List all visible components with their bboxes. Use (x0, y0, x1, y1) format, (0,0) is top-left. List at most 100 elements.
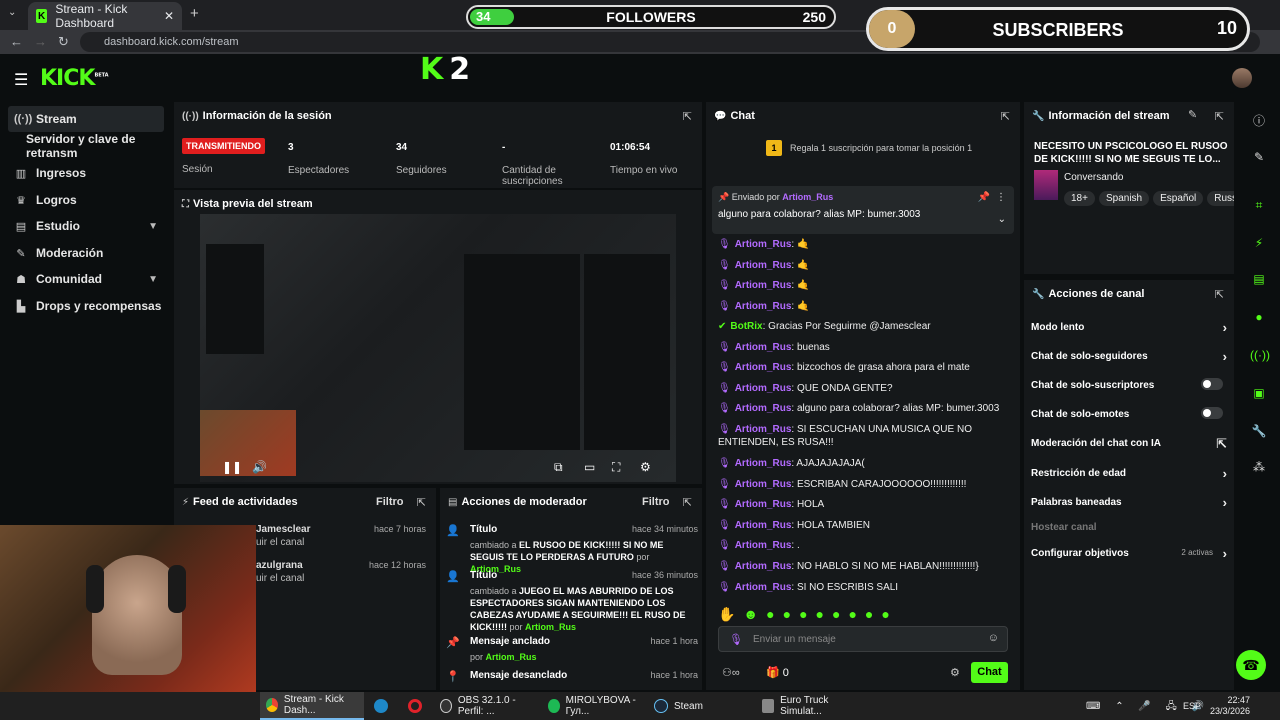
chat-message[interactable]: 🎙 Artiom_Rus: bizcochos de grasa ahora pa… (718, 361, 1010, 374)
chat-settings-icon[interactable]: ⚙ (950, 666, 960, 679)
taskbar-steam[interactable]: Steam (648, 692, 752, 720)
close-tab-icon[interactable]: ✕ (164, 9, 174, 23)
feed-filter-button[interactable]: Filtro (376, 496, 404, 508)
tab-list-icon[interactable]: ⌄ (8, 7, 16, 18)
clock[interactable]: 22:47 23/3/2026 (1204, 695, 1250, 717)
settings-icon[interactable]: ⚙ (640, 460, 651, 474)
support-chat-button[interactable]: ☎ (1236, 650, 1266, 680)
new-tab-button[interactable]: + (190, 5, 199, 22)
sidebar-item-comunidad[interactable]: ☗ Comunidad ▼ (8, 266, 164, 292)
browser-tab[interactable]: K Stream - Kick Dashboard ✕ (28, 2, 182, 30)
chat-username[interactable]: Artiom_Rus (735, 479, 792, 490)
send-chat-button[interactable]: Chat (971, 662, 1008, 683)
sidebar-item-server-key[interactable]: Servidor y clave de retransm (8, 132, 164, 160)
language-indicator[interactable]: ESP (1183, 701, 1201, 711)
sidebar-item-moderacion[interactable]: ✎ Moderación (8, 240, 164, 266)
chat-message[interactable]: 🎙 Artiom_Rus: ESCRIBAN CARAJOOOOOO!!!!!!!… (718, 478, 1010, 491)
edit-icon[interactable]: ✎ (1188, 108, 1197, 121)
chat-message[interactable]: 🎙 Artiom_Rus: 🤙 (718, 238, 1010, 251)
broadcast-icon[interactable]: ((·)) (1250, 348, 1270, 362)
chat-message[interactable]: 🎙 Artiom_Rus: QUE ONDA GENTE? (718, 382, 1010, 395)
chat-message[interactable]: 🎙 Artiom_Rus: . (718, 539, 1010, 552)
chat-message[interactable]: 🎙 Artiom_Rus: SI ESCUCHAN UNA MUSICA QUE … (718, 423, 1010, 449)
kick-logo[interactable]: KICKBETA (40, 66, 109, 91)
stream-preview-video[interactable]: ❚❚ 🔊 ⧉ ▭ ⛶ ⚙ (200, 214, 676, 482)
chat-username[interactable]: Artiom_Rus (735, 520, 792, 531)
taskbar-ets2[interactable]: Euro Truck Simulat... (756, 692, 860, 720)
chat-username[interactable]: BotRix (730, 321, 762, 332)
chat-message[interactable]: 🎙 Artiom_Rus: buenas (718, 341, 1010, 354)
channel-action-item[interactable]: Chat de solo-suscriptores (1031, 378, 1227, 391)
taskbar-chrome[interactable]: Stream - Kick Dash... (260, 692, 364, 720)
chat-username[interactable]: Artiom_Rus (735, 499, 792, 510)
chat-message[interactable]: 🎙 Artiom_Rus: 🤙 (718, 279, 1010, 292)
chat-username[interactable]: Artiom_Rus (735, 362, 792, 373)
channel-action-item[interactable]: Configurar objetivos 2 activas › (1031, 546, 1227, 561)
taskbar-opera[interactable] (402, 692, 432, 720)
popout-icon[interactable]: ⇱ (417, 496, 426, 509)
user-avatar[interactable] (1232, 68, 1252, 88)
channel-action-item[interactable]: Palabras baneadas › (1031, 495, 1227, 510)
chat-input[interactable]: 🎙 Enviar un mensaje ☺ (718, 626, 1008, 652)
chat-message[interactable]: 🎙 Artiom_Rus: NO HABLO SI NO ME HABLAN!!!… (718, 560, 1010, 573)
forward-icon[interactable]: → (34, 34, 47, 49)
bolt-icon[interactable]: ⚡ (1250, 236, 1268, 250)
pinned-message[interactable]: 📌 Enviado por Artiom_Rus alguno para col… (712, 186, 1014, 234)
pause-icon[interactable]: ❚❚ (222, 460, 242, 474)
gift-sub-banner[interactable]: 1 Regala 1 suscripción para tomar la posi… (766, 140, 972, 156)
emoji-icon[interactable]: ☺ (988, 632, 999, 644)
chat-username[interactable]: Artiom_Rus (735, 561, 792, 572)
toggle-switch[interactable] (1201, 407, 1223, 419)
chat-username[interactable]: Artiom_Rus (735, 383, 792, 394)
popout-icon[interactable]: ⇱ (683, 110, 692, 123)
popout-icon[interactable]: ⇱ (1215, 110, 1224, 123)
chat-username[interactable]: Artiom_Rus (735, 260, 792, 271)
channel-action-item[interactable]: Modo lento › (1031, 320, 1227, 335)
chat-message[interactable]: 🎙 Artiom_Rus: SI NO ESCRIBIS SALI (718, 581, 1010, 594)
chat-bubble-icon[interactable]: ● (1250, 310, 1268, 324)
popout-icon[interactable]: ⇱ (1215, 288, 1224, 301)
chat-message[interactable]: 🎙 Artiom_Rus: 🤙 (718, 259, 1010, 272)
wrench-icon[interactable]: 🔧 (1250, 424, 1268, 438)
notes-icon[interactable]: ▤ (1250, 272, 1268, 286)
theater-icon[interactable]: ▭ (584, 460, 595, 474)
channel-action-item[interactable]: Moderación del chat con IA ⇱ (1031, 436, 1227, 451)
info-icon[interactable]: ⓘ (1250, 112, 1268, 129)
channel-action-item[interactable]: Restricción de edad › (1031, 466, 1227, 481)
emote-quickbar[interactable]: ✋☻●●●●●●●● (718, 606, 1018, 623)
chat-username[interactable]: Artiom_Rus (735, 540, 792, 551)
reload-icon[interactable]: ↻ (58, 34, 69, 50)
chat-message[interactable]: 🎙 Artiom_Rus: 🤙 (718, 300, 1010, 313)
back-icon[interactable]: ← (10, 34, 23, 49)
more-icon[interactable]: ⁂ (1250, 460, 1268, 474)
chat-username[interactable]: Artiom_Rus (735, 582, 792, 593)
chat-message[interactable]: 🎙 Artiom_Rus: alguno para colaborar? alia… (718, 402, 1010, 415)
sidebar-item-stream[interactable]: ((·)) Stream (8, 106, 164, 132)
volume-icon[interactable]: 🔊 (252, 460, 267, 474)
capture-icon[interactable]: ⌗ (1250, 198, 1268, 213)
sidebar-item-ingresos[interactable]: ▥ Ingresos (8, 160, 164, 186)
sidebar-item-estudio[interactable]: ▤ Estudio ▼ (8, 213, 164, 239)
fullscreen-icon[interactable]: ⛶ (612, 460, 620, 475)
sidebar-item-drops[interactable]: ▙ Drops y recompensas (8, 293, 164, 319)
more-options-icon[interactable]: ⋮ (996, 192, 1006, 203)
chat-username[interactable]: Artiom_Rus (735, 458, 792, 469)
chat-username[interactable]: Artiom_Rus (735, 280, 792, 291)
chat-message[interactable]: 🎙 Artiom_Rus: HOLA (718, 498, 1010, 511)
popout-icon[interactable]: ⇱ (1001, 110, 1010, 123)
points-display[interactable]: 🎁 0 (766, 666, 789, 679)
chat-message[interactable]: 🎙 Artiom_Rus: HOLA TAMBIEN (718, 519, 1010, 532)
category-name[interactable]: Conversando (1064, 172, 1123, 183)
chat-username[interactable]: Artiom_Rus (735, 301, 792, 312)
taskbar-obs[interactable]: OBS 32.1.0 - Perfil: ... (434, 692, 538, 720)
chat-message[interactable]: 🎙 Artiom_Rus: AJAJAJAJAJA( (718, 457, 1010, 470)
chat-username[interactable]: Artiom_Rus (735, 239, 792, 250)
menu-icon[interactable]: ☰ (14, 70, 28, 90)
chat-username[interactable]: Artiom_Rus (735, 403, 792, 414)
chat-username[interactable]: Artiom_Rus (735, 424, 792, 435)
taskbar-edge[interactable] (368, 692, 398, 720)
chat-username[interactable]: Artiom_Rus (735, 342, 792, 353)
mod-filter-button[interactable]: Filtro (642, 496, 670, 508)
channel-action-item[interactable]: Chat de solo-emotes (1031, 407, 1227, 420)
pip-icon[interactable]: ⧉ (554, 460, 563, 475)
